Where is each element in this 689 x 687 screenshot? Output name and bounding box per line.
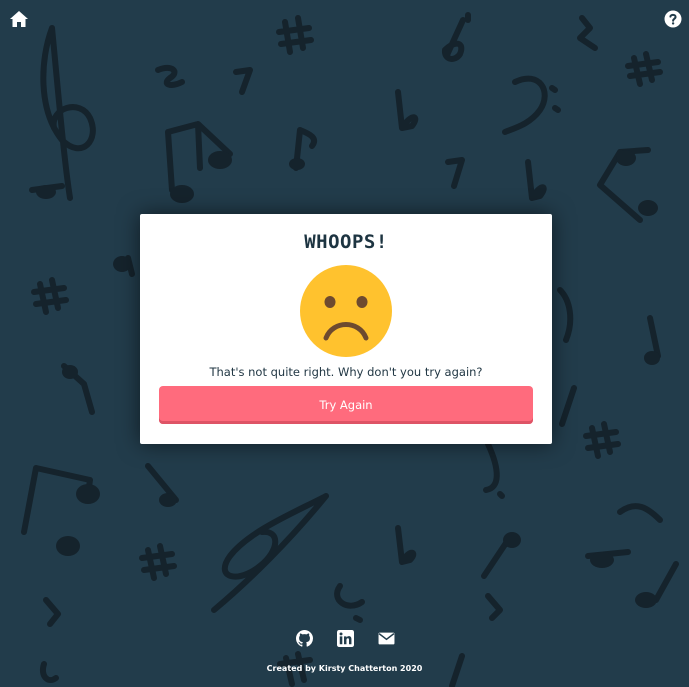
modal-title: WHOOPS! (304, 231, 388, 253)
footer-credit: Created by Kirsty Chatterton 2020 (266, 664, 423, 673)
question-circle-icon[interactable] (663, 9, 683, 29)
envelope-icon[interactable] (378, 630, 395, 647)
app-screen: WHOOPS! That's not quite right. Why don'… (0, 0, 689, 687)
modal-message: That's not quite right. Why don't you tr… (209, 365, 483, 379)
try-again-button[interactable]: Try Again (159, 386, 533, 424)
github-icon[interactable] (296, 630, 313, 647)
feedback-modal: WHOOPS! That's not quite right. Why don'… (140, 214, 552, 444)
footer-social-links (0, 630, 689, 648)
linkedin-icon[interactable] (337, 630, 354, 647)
home-icon[interactable] (9, 9, 29, 29)
sad-face-emoji-icon (299, 264, 393, 358)
